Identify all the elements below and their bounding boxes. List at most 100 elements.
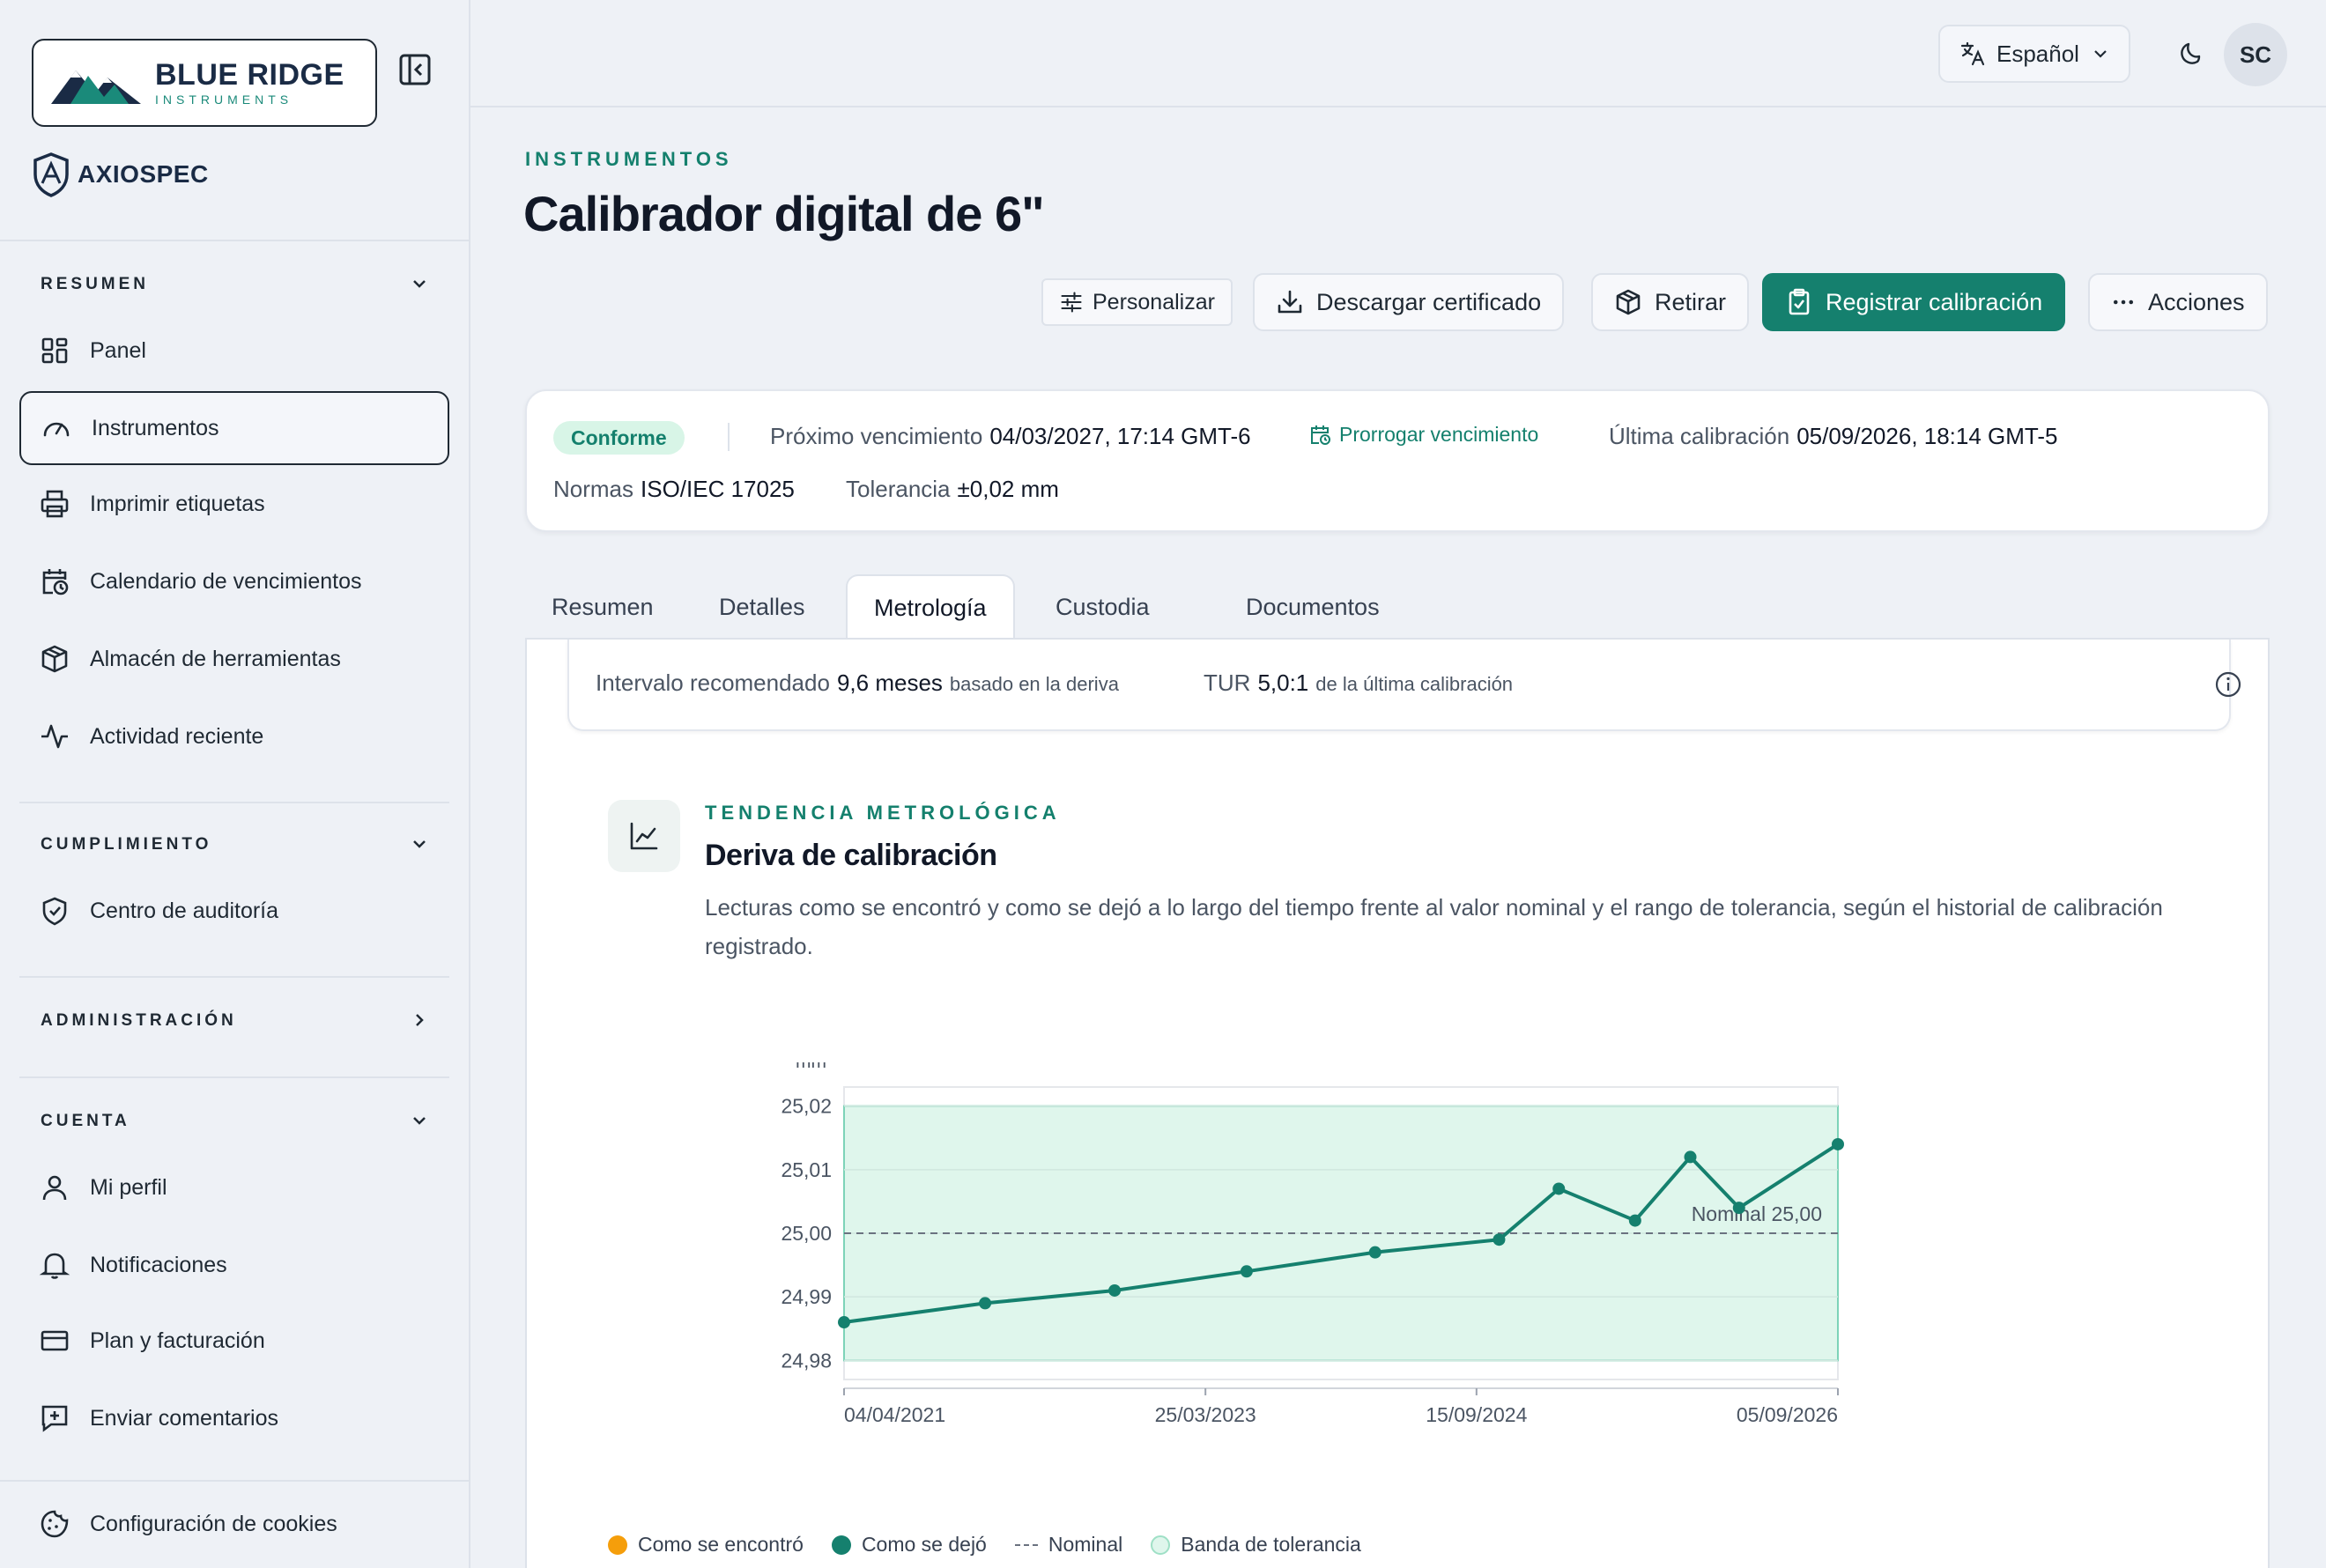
- standards-label: Normas: [553, 476, 634, 502]
- next-due-label: Próximo vencimiento: [770, 423, 983, 449]
- recommended-interval: Intervalo recomendado 9,6 meses basado en …: [596, 669, 1119, 697]
- info-icon[interactable]: [2213, 669, 2243, 699]
- customize-button[interactable]: Personalizar: [1041, 278, 1233, 326]
- sidebar-item-actividad[interactable]: Actividad reciente: [19, 699, 449, 773]
- legend-swatch: [831, 1535, 851, 1555]
- cookie-icon: [41, 1510, 69, 1538]
- box-icon: [41, 645, 68, 673]
- register-calibration-button[interactable]: Registrar calibración: [1762, 273, 2066, 331]
- sidebar-item-notificaciones[interactable]: Notificaciones: [19, 1228, 449, 1302]
- gauge-icon: [43, 422, 70, 437]
- chart-legend: Como se encontró Como se dejó Nominal Ba…: [608, 1533, 1389, 1557]
- tur-value: 5,0:1: [1257, 669, 1309, 696]
- extend-due-link[interactable]: Prorrogar vencimiento: [1309, 423, 1538, 447]
- legend-item-found[interactable]: Como se encontró: [608, 1533, 804, 1557]
- trend-title: Deriva de calibración: [705, 839, 997, 872]
- sidebar-item-label: Mi perfil: [90, 1174, 167, 1200]
- download-icon: [1278, 290, 1302, 314]
- customize-button-label: Personalizar: [1093, 289, 1215, 314]
- tab-resumen[interactable]: Resumen: [525, 574, 680, 640]
- sidebar-item-cookies[interactable]: Configuración de cookies: [19, 1487, 449, 1561]
- chevron-down-icon[interactable]: [407, 832, 432, 856]
- y-axis-label: mm: [796, 1062, 826, 1072]
- line-chart-icon: [630, 822, 658, 850]
- data-point: [838, 1316, 850, 1329]
- sidebar-item-label: Notificaciones: [90, 1252, 227, 1277]
- sidebar-item-imprimir-etiquetas[interactable]: Imprimir etiquetas: [19, 467, 449, 541]
- sidebar-item-almacen[interactable]: Almacén de herramientas: [19, 622, 449, 696]
- divider: [19, 802, 449, 803]
- sidebar-item-instrumentos[interactable]: Instrumentos: [19, 391, 449, 465]
- y-tick-label: 25,01: [781, 1158, 832, 1181]
- y-tick-label: 24,98: [781, 1349, 832, 1372]
- data-point: [1684, 1150, 1697, 1164]
- legend-item-nominal[interactable]: Nominal: [1014, 1533, 1122, 1557]
- trend-icon-box: [608, 800, 680, 872]
- sidebar-item-panel[interactable]: Panel: [19, 314, 449, 388]
- sidebar-item-label: Panel: [90, 337, 146, 363]
- chevron-down-icon[interactable]: [407, 1108, 432, 1133]
- sidebar-item-auditoria[interactable]: Centro de auditoría: [19, 874, 449, 948]
- tab-custodia[interactable]: Custodia: [1029, 574, 1176, 640]
- sidebar-item-label: Enviar comentarios: [90, 1405, 278, 1431]
- legend-item-band[interactable]: Banda de tolerancia: [1151, 1533, 1361, 1557]
- download-certificate-button[interactable]: Descargar certificado: [1253, 273, 1565, 331]
- sidebar-item-label: Plan y facturación: [90, 1328, 265, 1353]
- x-tick-label: 25/03/2023: [1155, 1403, 1256, 1426]
- sidebar-item-comentarios[interactable]: Enviar comentarios: [19, 1381, 449, 1455]
- moon-icon[interactable]: [2176, 37, 2208, 69]
- sidebar-collapse-icon[interactable]: [396, 51, 433, 88]
- section-label-resumen[interactable]: RESUMEN: [41, 275, 149, 294]
- language-selector[interactable]: Español: [1938, 25, 2130, 83]
- data-point: [1552, 1182, 1566, 1195]
- legend-swatch: [1151, 1535, 1171, 1555]
- data-point: [1832, 1137, 1844, 1150]
- extend-due-label: Prorrogar vencimiento: [1339, 423, 1539, 446]
- avatar[interactable]: SC: [2224, 23, 2287, 86]
- section-label-administracion[interactable]: ADMINISTRACIÓN: [41, 1011, 237, 1031]
- tolerance: Tolerancia ±0,02 mm: [846, 476, 1059, 503]
- brand-logo[interactable]: BLUE RIDGE INSTRUMENTS: [32, 39, 377, 127]
- more-actions-button[interactable]: Acciones: [2088, 273, 2268, 331]
- dashboard-icon: [41, 337, 68, 364]
- last-calibration: Última calibración 05/09/2026, 18:14 GMT-…: [1609, 423, 2058, 450]
- page-title: Calibrador digital de 6": [523, 186, 1045, 241]
- standards: Normas ISO/IEC 17025: [553, 476, 795, 503]
- legend-label: Como se encontró: [638, 1533, 804, 1556]
- legend-item-left[interactable]: Como se dejó: [831, 1533, 987, 1557]
- interval-label: Intervalo recomendado: [596, 669, 830, 696]
- tab-documentos[interactable]: Documentos: [1219, 574, 1406, 640]
- sidebar: BLUE RIDGE INSTRUMENTS AXIOSPEC RESUMEN …: [0, 0, 470, 1568]
- y-tick-label: 24,99: [781, 1285, 832, 1308]
- tab-metrologia[interactable]: Metrología: [846, 574, 1015, 640]
- mountain-logo-icon: [51, 70, 141, 104]
- tab-detalles[interactable]: Detalles: [693, 574, 832, 640]
- legend-label: Como se dejó: [861, 1533, 987, 1556]
- section-label-cumplimiento[interactable]: CUMPLIMIENTO: [41, 835, 211, 854]
- sidebar-item-label: Calendario de vencimientos: [90, 568, 362, 594]
- retire-button[interactable]: Retirar: [1591, 273, 1750, 331]
- product-name: AXIOSPEC: [78, 160, 209, 188]
- more-actions-label: Acciones: [2148, 288, 2245, 315]
- printer-icon: [41, 490, 69, 518]
- sidebar-item-plan[interactable]: Plan y facturación: [19, 1304, 449, 1378]
- sidebar-item-perfil[interactable]: Mi perfil: [19, 1150, 449, 1224]
- sliders-icon: [1061, 292, 1082, 313]
- recommendation-bar: Intervalo recomendado 9,6 meses basado en …: [567, 640, 2241, 731]
- interval-value: 9,6 meses: [836, 669, 943, 696]
- last-calibration-value: 05/09/2026, 18:14 GMT-5: [1796, 423, 2058, 449]
- clipboard-check-icon: [1789, 288, 1810, 315]
- sidebar-item-calendario[interactable]: Calendario de vencimientos: [19, 544, 449, 618]
- divider: [728, 423, 730, 451]
- chevron-down-icon[interactable]: [407, 271, 432, 296]
- bell-icon: [39, 1253, 70, 1279]
- logo-main-text: BLUE RIDGE: [155, 58, 344, 92]
- chevron-right-icon[interactable]: [407, 1008, 432, 1032]
- sidebar-item-label: Almacén de herramientas: [90, 646, 341, 671]
- page-eyebrow: INSTRUMENTOS: [525, 148, 733, 170]
- credit-card-icon: [41, 1330, 69, 1351]
- section-label-cuenta[interactable]: CUENTA: [41, 1112, 130, 1131]
- retire-button-label: Retirar: [1655, 288, 1727, 315]
- register-button-label: Registrar calibración: [1826, 288, 2043, 315]
- legend-swatch: [1014, 1543, 1038, 1546]
